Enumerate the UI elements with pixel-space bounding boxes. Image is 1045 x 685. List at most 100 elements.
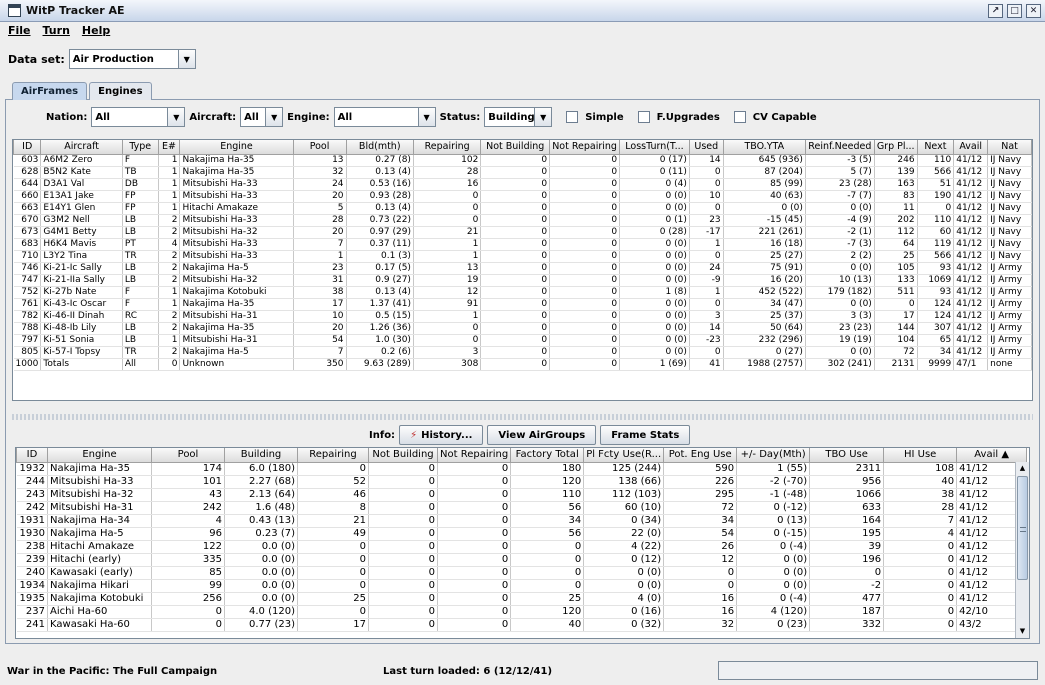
maximize-button[interactable]: □: [1007, 4, 1022, 18]
airframes-column-header[interactable]: LossTurn(T...: [619, 140, 690, 155]
table-row[interactable]: 752 Ki-27b Nate F 1 Nakajima Kotobuki 38 0.13 …: [13, 286, 1032, 299]
history-button[interactable]: ⚡ History...: [399, 425, 484, 445]
table-row[interactable]: 240 Kawasaki (early) 85 0.0 (0) 0 0 0 0 0 (0) 0 0 …: [16, 566, 1028, 580]
tab-airframes[interactable]: AirFrames: [12, 82, 88, 100]
airframes-column-header[interactable]: Reinf.Needed: [804, 140, 875, 155]
airframes-column-header[interactable]: Grp Pl...: [873, 140, 918, 155]
tab-engines[interactable]: Engines: [89, 82, 152, 100]
table-row[interactable]: 628 B5N2 Kate TB 1 Nakajima Ha-35 32 0.13 (4) 2…: [13, 166, 1032, 179]
engines-column-header[interactable]: HI Use: [883, 448, 958, 463]
engines-column-header[interactable]: +/- Day(Mth): [736, 448, 811, 463]
table-cell: 0: [480, 286, 551, 299]
airframes-column-header[interactable]: Nat: [987, 140, 1032, 155]
table-row[interactable]: 761 Ki-43-Ic Oscar F 1 Nakajima Ha-35 17 1.37 …: [13, 298, 1032, 311]
table-row[interactable]: 244 Mitsubishi Ha-33 101 2.27 (68) 52 0 0 120 13…: [16, 475, 1028, 489]
engines-column-header[interactable]: Building: [224, 448, 298, 463]
table-row[interactable]: 603 A6M2 Zero F 1 Nakajima Ha-35 13 0.27 (8) 10…: [13, 154, 1032, 167]
cvcapable-checkbox[interactable]: [733, 111, 746, 123]
minimize-button[interactable]: ↗: [988, 4, 1003, 18]
table-row[interactable]: 797 Ki-51 Sonia LB 1 Mitsubishi Ha-31 54 1.0 (…: [13, 334, 1032, 347]
table-row[interactable]: 782 Ki-46-II Dinah RC 2 Mitsubishi Ha-31 10 0.…: [13, 310, 1032, 323]
table-row[interactable]: 746 Ki-21-Ic Sally LB 2 Nakajima Ha-5 23 0.17 …: [13, 262, 1032, 275]
nation-select[interactable]: All ▼: [91, 107, 186, 127]
table-row[interactable]: 747 Ki-21-IIa Sally LB 2 Mitsubishi Ha-32 31 0…: [13, 274, 1032, 287]
simple-checkbox[interactable]: [566, 111, 579, 123]
table-row[interactable]: 670 G3M2 Nell LB 2 Mitsubishi Ha-33 28 0.73 (2…: [13, 214, 1032, 227]
view-airgroups-button[interactable]: View AirGroups: [487, 425, 597, 445]
table-row[interactable]: 1930 Nakajima Ha-5 96 0.23 (7) 49 0 0 56 22 (0) 5…: [16, 527, 1028, 541]
airframes-column-header[interactable]: Not Building: [480, 140, 551, 155]
chevron-down-icon[interactable]: ▼: [417, 108, 435, 126]
chevron-down-icon[interactable]: ▼: [265, 108, 283, 126]
airframes-column-header[interactable]: Avail: [953, 140, 989, 155]
scroll-up-icon[interactable]: ▲: [1016, 462, 1029, 475]
engines-column-header[interactable]: Factory Total: [510, 448, 585, 463]
airframes-column-header[interactable]: TBO.YTA: [722, 140, 806, 155]
airframes-column-header[interactable]: Repairing: [412, 140, 482, 155]
table-row[interactable]: 1934 Nakajima Hikari 99 0.0 (0) 0 0 0 0 0 (0) 0 0 …: [16, 579, 1028, 593]
chevron-down-icon[interactable]: ▼: [167, 108, 185, 126]
table-row[interactable]: 1935 Nakajima Kotobuki 256 0.0 (0) 25 0 0 25 4 (…: [16, 592, 1028, 606]
table-row[interactable]: 241 Kawasaki Ha-60 0 0.77 (23) 17 0 0 40 0 (32) 3…: [16, 618, 1028, 632]
engines-column-header[interactable]: ID: [16, 448, 48, 463]
engines-column-header[interactable]: Engine: [47, 448, 152, 463]
engines-column-header[interactable]: Repairing: [297, 448, 369, 463]
engines-column-header[interactable]: TBO Use: [809, 448, 885, 463]
menu-help[interactable]: Help: [82, 24, 110, 42]
table-cell: 16 (20): [723, 274, 806, 287]
engines-column-header[interactable]: Avail ▲: [956, 448, 1028, 463]
chevron-down-icon[interactable]: ▼: [177, 50, 195, 68]
close-button[interactable]: ✕: [1026, 4, 1041, 18]
airframes-column-header[interactable]: E#: [157, 140, 181, 155]
airframes-column-header[interactable]: Pool: [292, 140, 347, 155]
table-row[interactable]: 238 Hitachi Amakaze 122 0.0 (0) 0 0 0 0 4 (22) 26…: [16, 540, 1028, 554]
airframes-column-header[interactable]: Bld(mth): [345, 140, 414, 155]
airframes-column-header[interactable]: ID: [13, 140, 42, 155]
table-cell: Hitachi (early): [47, 553, 152, 567]
table-row[interactable]: 1000 Totals All 0 Unknown 350 9.63 (289) 308 0 0 1…: [13, 358, 1032, 371]
airframes-column-header[interactable]: Not Repairing: [549, 140, 621, 155]
chevron-down-icon[interactable]: ▼: [534, 108, 552, 126]
fupgrades-checkbox[interactable]: [637, 111, 650, 123]
airframes-column-header[interactable]: Engine: [179, 140, 294, 155]
airframes-column-header[interactable]: Used: [688, 140, 724, 155]
table-row[interactable]: 683 H6K4 Mavis PT 4 Mitsubishi Ha-33 7 0.37 (1…: [13, 238, 1032, 251]
table-row[interactable]: 673 G4M1 Betty LB 2 Mitsubishi Ha-32 20 0.97 (…: [13, 226, 1032, 239]
engines-column-header[interactable]: Not Building: [368, 448, 438, 463]
table-row[interactable]: 788 Ki-48-Ib Lily LB 2 Nakajima Ha-35 20 1.26 …: [13, 322, 1032, 335]
scroll-down-icon[interactable]: ▼: [1016, 625, 1029, 638]
engines-column-header[interactable]: Not Repairing: [436, 448, 512, 463]
menu-turn[interactable]: Turn: [43, 24, 70, 42]
menu-file[interactable]: File: [8, 24, 31, 42]
table-row[interactable]: 660 E13A1 Jake FP 1 Mitsubishi Ha-33 20 0.93 (…: [13, 190, 1032, 203]
engines-column-header[interactable]: Pot. Eng Use: [663, 448, 738, 463]
table-row[interactable]: 805 Ki-57-I Topsy TR 2 Nakajima Ha-5 7 0.2 (6)…: [13, 346, 1032, 359]
engines-column-header[interactable]: Pool: [151, 448, 225, 463]
table-cell: 1.37 (41): [346, 298, 414, 311]
dataset-select[interactable]: Air Production ▼: [68, 49, 196, 69]
status-select[interactable]: Building ▼: [484, 107, 553, 127]
airframes-column-header[interactable]: Next: [916, 140, 955, 155]
split-pane-divider[interactable]: [12, 414, 1033, 420]
scroll-thumb[interactable]: [1017, 476, 1028, 580]
engines-vertical-scrollbar[interactable]: ▲ ▼: [1015, 462, 1029, 638]
airframes-column-header[interactable]: Type: [121, 140, 159, 155]
frame-stats-button[interactable]: Frame Stats: [600, 425, 691, 445]
table-cell: IJ Navy: [987, 190, 1032, 203]
engines-column-header[interactable]: Pl Fcty Use(R...: [583, 448, 665, 463]
table-cell: 0: [437, 618, 512, 632]
engine-select[interactable]: All ▼: [333, 107, 436, 127]
table-row[interactable]: 243 Mitsubishi Ha-32 43 2.13 (64) 46 0 0 110 112…: [16, 488, 1028, 502]
table-row[interactable]: 1932 Nakajima Ha-35 174 6.0 (180) 0 0 0 180 125 …: [16, 462, 1028, 476]
table-row[interactable]: 644 D3A1 Val DB 1 Mitsubishi Ha-33 24 0.53 (16…: [13, 178, 1032, 191]
table-cell: 0.17 (5): [346, 262, 414, 275]
table-row[interactable]: 242 Mitsubishi Ha-31 242 1.6 (48) 8 0 0 56 60 (1…: [16, 501, 1028, 515]
table-row[interactable]: 239 Hitachi (early) 335 0.0 (0) 0 0 0 0 0 (12) 12…: [16, 553, 1028, 567]
table-row[interactable]: 710 L3Y2 Tina TR 2 Mitsubishi Ha-33 1 0.1 (3) 1…: [13, 250, 1032, 263]
table-row[interactable]: 1931 Nakajima Ha-34 4 0.43 (13) 21 0 0 34 0 (34)…: [16, 514, 1028, 528]
table-cell: 10: [689, 190, 724, 203]
table-row[interactable]: 237 Aichi Ha-60 0 4.0 (120) 0 0 0 120 0 (16) 16 4 …: [16, 605, 1028, 619]
table-row[interactable]: 663 E14Y1 Glen FP 1 Hitachi Amakaze 5 0.13 (4)…: [13, 202, 1032, 215]
airframes-column-header[interactable]: Aircraft: [40, 140, 123, 155]
aircraft-select[interactable]: All ▼: [240, 107, 284, 127]
